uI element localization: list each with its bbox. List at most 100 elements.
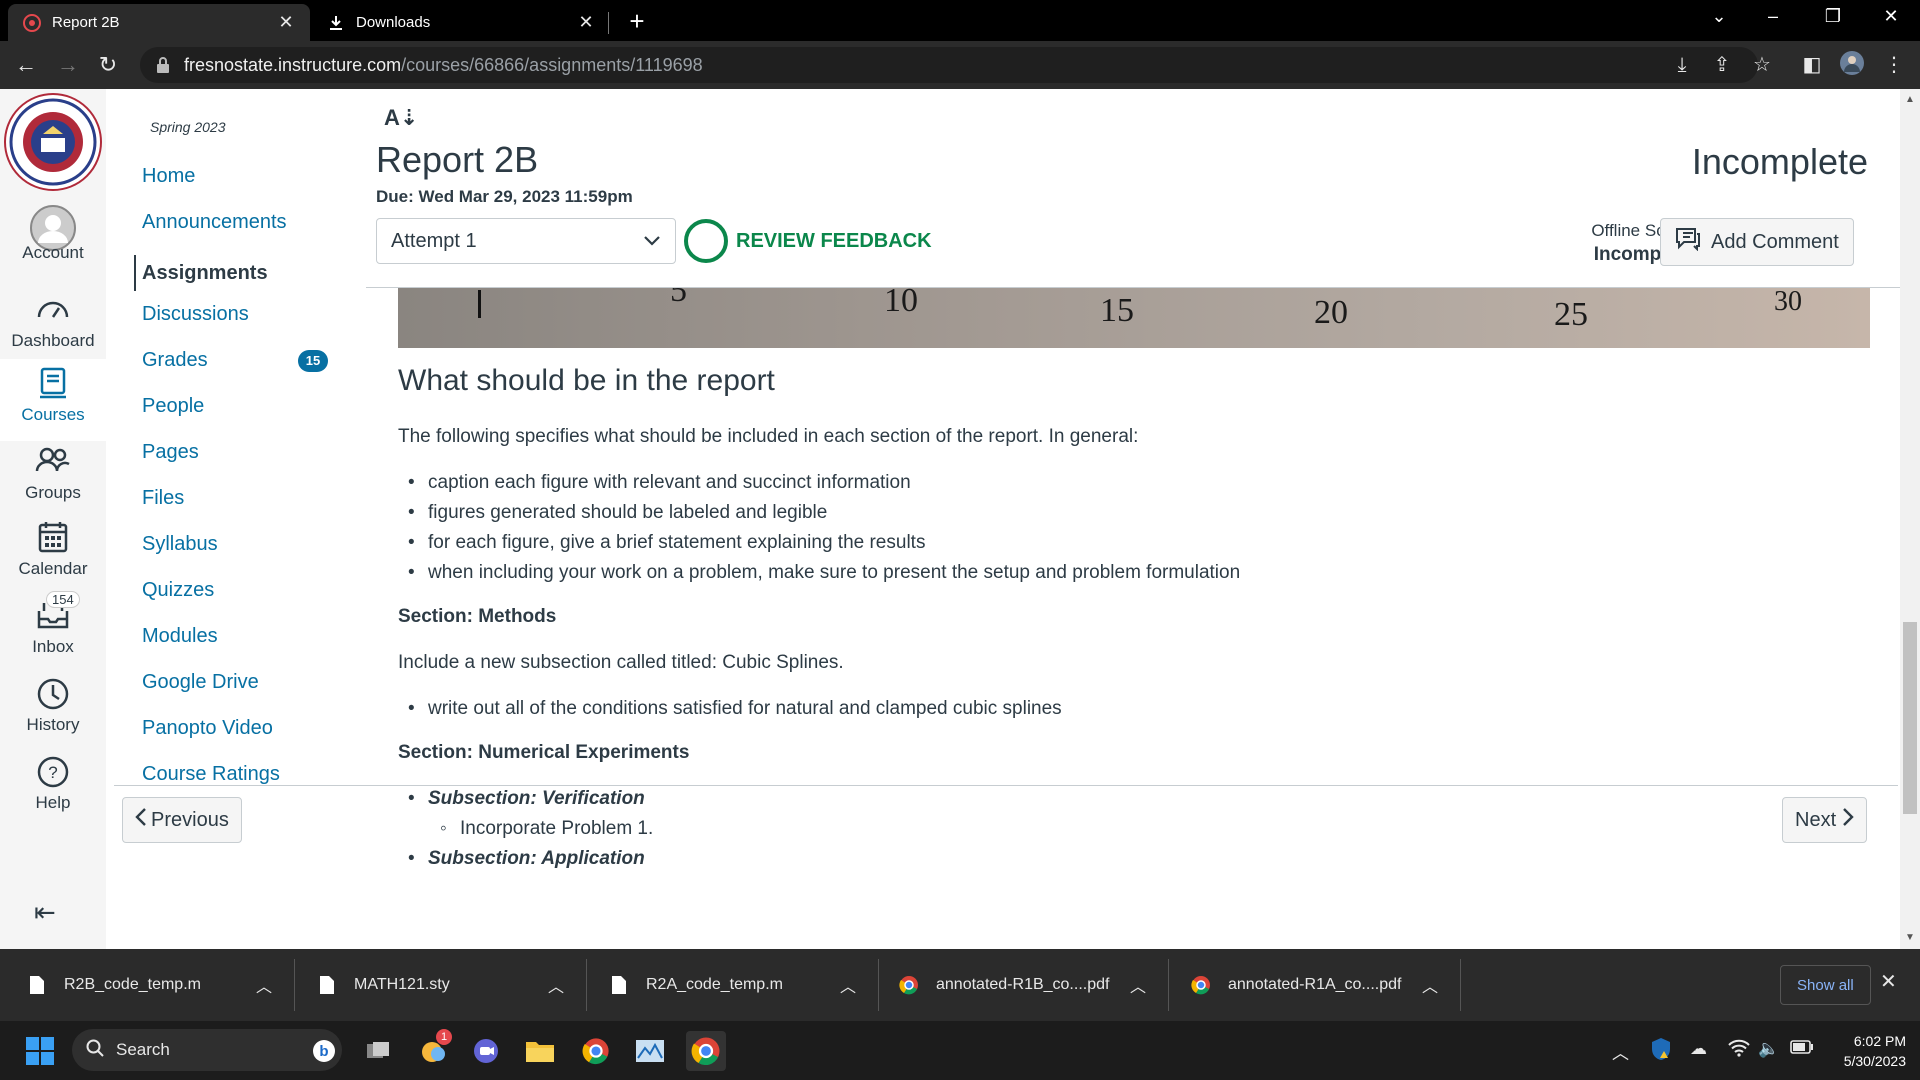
- window-close-button[interactable]: ✕: [1876, 6, 1906, 27]
- tab-separator: [608, 12, 609, 34]
- immersive-reader-icon[interactable]: A⇣: [384, 105, 418, 131]
- share-icon[interactable]: ⇪: [1708, 51, 1736, 79]
- course-nav-announcements[interactable]: Announcements: [142, 211, 287, 234]
- global-nav-courses[interactable]: Courses: [0, 359, 106, 441]
- new-tab-button[interactable]: +: [622, 6, 652, 37]
- omnibox[interactable]: fresnostate.instructure.com/courses/6686…: [140, 47, 1758, 83]
- task-view-icon[interactable]: [358, 1031, 398, 1071]
- onedrive-icon[interactable]: ☁: [1690, 1039, 1707, 1059]
- global-nav-dashboard[interactable]: Dashboard: [0, 293, 106, 351]
- course-nav-quizzes[interactable]: Quizzes: [142, 579, 214, 602]
- add-comment-button[interactable]: Add Comment: [1660, 218, 1854, 266]
- course-nav-syllabus[interactable]: Syllabus: [142, 533, 218, 556]
- tab-title: Report 2B: [52, 14, 120, 31]
- chrome-taskbar-icon[interactable]: [576, 1031, 616, 1071]
- matlab-icon[interactable]: [630, 1031, 670, 1071]
- chrome-canary-icon[interactable]: [686, 1031, 726, 1071]
- restore-button[interactable]: ❐: [1818, 6, 1848, 27]
- chevron-up-icon[interactable]: ︿: [836, 973, 860, 997]
- teams-chat-icon[interactable]: [466, 1031, 506, 1071]
- shelf-separator: [586, 959, 587, 1011]
- course-nav-modules[interactable]: Modules: [142, 625, 218, 648]
- global-nav-inbox[interactable]: 154 Inbox: [0, 591, 106, 657]
- download-name: R2A_code_temp.m: [646, 976, 783, 993]
- global-nav-history[interactable]: History: [0, 677, 106, 735]
- security-shield-icon[interactable]: [1650, 1037, 1672, 1066]
- install-icon[interactable]: ⤓: [1668, 51, 1696, 79]
- global-nav-account[interactable]: Account: [0, 205, 106, 263]
- submission-status: Incomplete: [1691, 141, 1868, 182]
- feedback-ring-icon: [684, 219, 728, 263]
- lock-icon: [156, 57, 170, 73]
- windows-start-icon[interactable]: [26, 1037, 54, 1065]
- side-panel-icon[interactable]: ◧: [1798, 51, 1826, 79]
- chevron-up-icon[interactable]: ︿: [544, 973, 568, 997]
- file-explorer-icon[interactable]: [520, 1031, 560, 1071]
- profile-avatar[interactable]: [1838, 51, 1866, 79]
- forward-button[interactable]: →: [54, 51, 82, 79]
- global-nav-help[interactable]: ? Help: [0, 755, 106, 813]
- page-scrollbar[interactable]: [1900, 89, 1920, 949]
- list-item: write out all of the conditions satisfie…: [408, 698, 1062, 720]
- global-nav-groups[interactable]: Groups: [0, 445, 106, 503]
- course-nav-pages[interactable]: Pages: [142, 441, 199, 464]
- show-all-downloads-button[interactable]: Show all: [1780, 965, 1871, 1005]
- course-nav-files[interactable]: Files: [142, 487, 184, 510]
- term-label: Spring 2023: [150, 119, 226, 135]
- course-nav-course-ratings[interactable]: Course Ratings: [142, 763, 280, 786]
- close-icon[interactable]: ✕: [576, 12, 596, 33]
- close-shelf-icon[interactable]: ✕: [1880, 969, 1897, 994]
- list-item: figures generated should be labeled and …: [408, 502, 827, 524]
- tab-search-icon[interactable]: ⌄: [1704, 6, 1734, 27]
- course-nav-people[interactable]: People: [142, 395, 204, 418]
- next-button[interactable]: Next: [1782, 797, 1868, 843]
- wifi-icon[interactable]: [1728, 1039, 1750, 1062]
- previous-button[interactable]: Previous: [122, 797, 242, 843]
- course-nav-panopto-video[interactable]: Panopto Video: [142, 717, 273, 740]
- course-nav-assignments[interactable]: Assignments: [134, 255, 268, 291]
- chevron-up-icon[interactable]: ︿: [252, 973, 276, 997]
- widgets-icon[interactable]: 1: [412, 1029, 452, 1071]
- download-item[interactable]: annotated-R1B_co....pdf ︿: [898, 961, 1150, 1009]
- battery-icon[interactable]: [1790, 1039, 1814, 1059]
- download-item[interactable]: R2A_code_temp.m ︿: [608, 961, 860, 1009]
- fresno-state-logo[interactable]: [4, 93, 102, 191]
- review-feedback-button[interactable]: REVIEW FEEDBACK: [684, 218, 932, 264]
- chevron-up-icon[interactable]: ︿: [1126, 973, 1150, 997]
- global-nav-calendar[interactable]: Calendar: [0, 521, 106, 579]
- download-item[interactable]: MATH121.sty ︿: [316, 961, 568, 1009]
- chrome-menu-icon[interactable]: ⋮: [1880, 51, 1908, 79]
- download-item[interactable]: annotated-R1A_co....pdf ︿: [1190, 961, 1442, 1009]
- url-path: /courses/66866/assignments/1119698: [401, 54, 703, 75]
- tray-overflow-icon[interactable]: ︿: [1612, 1039, 1629, 1064]
- ruler-number: 30: [1774, 287, 1802, 317]
- tab-report-2b[interactable]: Report 2B ✕: [8, 4, 310, 41]
- course-nav-home[interactable]: Home: [142, 165, 195, 188]
- windows-taskbar: Search b 1 ︿ ☁ 🔈 6:02 PM 5/30/2023: [0, 1021, 1920, 1080]
- global-nav-label: Courses: [21, 405, 85, 424]
- download-item[interactable]: R2B_code_temp.m ︿: [26, 961, 276, 1009]
- bing-icon[interactable]: b: [312, 1039, 336, 1068]
- tab-title: Downloads: [356, 14, 431, 31]
- course-nav-grades[interactable]: Grades: [142, 349, 208, 372]
- reload-button[interactable]: ↻: [94, 51, 122, 79]
- course-nav-discussions[interactable]: Discussions: [142, 303, 249, 326]
- scrollbar-thumb[interactable]: [1903, 622, 1917, 814]
- shelf-separator: [1168, 959, 1169, 1011]
- taskbar-clock[interactable]: 6:02 PM 5/30/2023: [1822, 1031, 1906, 1071]
- minimize-button[interactable]: –: [1758, 6, 1788, 27]
- tab-downloads[interactable]: Downloads ✕: [312, 4, 610, 41]
- course-nav-google-drive[interactable]: Google Drive: [142, 671, 259, 694]
- close-icon[interactable]: ✕: [276, 12, 296, 33]
- back-button[interactable]: ←: [12, 51, 40, 79]
- chevron-up-icon[interactable]: ︿: [1418, 973, 1442, 997]
- collapse-nav-icon[interactable]: ⇤: [34, 897, 70, 927]
- scroll-down-arrow-icon[interactable]: ▼: [1900, 932, 1920, 943]
- scroll-up-arrow-icon[interactable]: ▲: [1900, 94, 1920, 105]
- volume-icon[interactable]: 🔈: [1758, 1039, 1779, 1059]
- chevron-down-icon: [643, 230, 661, 253]
- taskbar-search[interactable]: Search b: [72, 1029, 342, 1071]
- attempt-select[interactable]: Attempt 1: [376, 218, 676, 264]
- url-host: fresnostate.instructure.com: [184, 54, 402, 75]
- bookmark-star-icon[interactable]: ☆: [1748, 51, 1776, 79]
